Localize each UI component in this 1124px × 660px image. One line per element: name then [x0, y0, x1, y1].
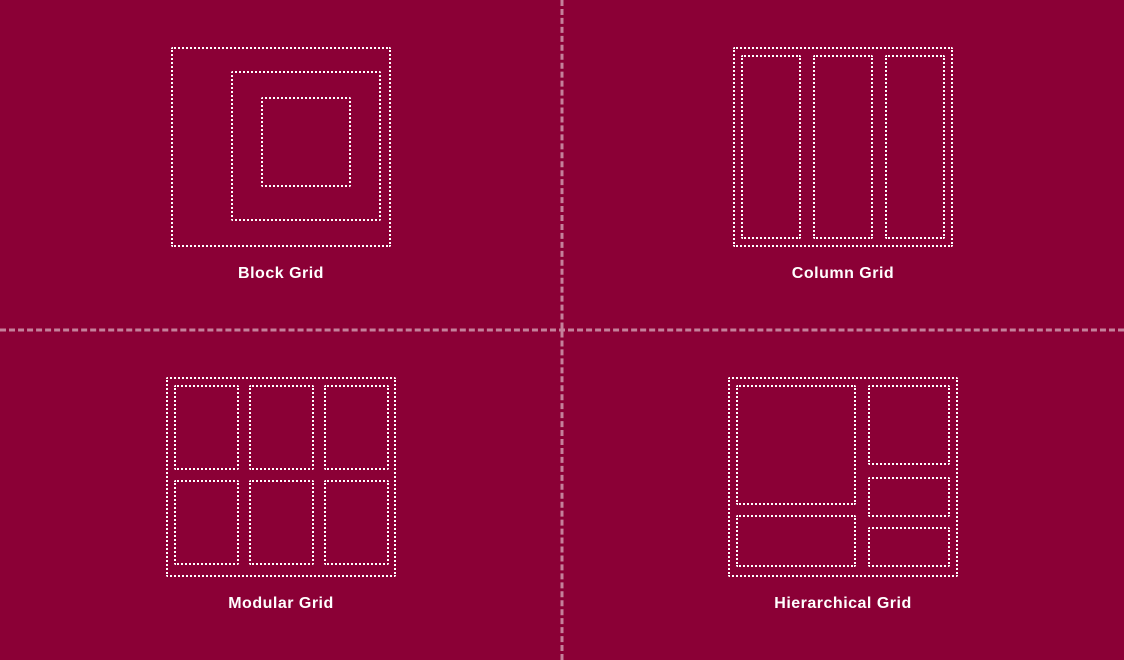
hier-bottom-wide-rect — [736, 515, 856, 567]
mod-cell-r2c1 — [174, 480, 239, 565]
column-grid-label: Column Grid — [792, 265, 894, 283]
column-1-rect — [741, 55, 801, 239]
mod-cell-r1c1 — [174, 385, 239, 470]
column-3-rect — [885, 55, 945, 239]
hier-small-top-rect — [868, 385, 950, 465]
modular-grid-diagram — [166, 377, 396, 577]
mod-cell-r1c3 — [324, 385, 389, 470]
block-grid-label: Block Grid — [238, 265, 324, 283]
modular-grid-label: Modular Grid — [228, 595, 334, 613]
mod-cell-r1c2 — [249, 385, 314, 470]
hier-large-rect — [736, 385, 856, 505]
column-grid-quadrant: Column Grid — [562, 0, 1124, 330]
mod-cell-r2c2 — [249, 480, 314, 565]
column-grid-diagram — [733, 47, 953, 247]
block-grid-quadrant: Block Grid — [0, 0, 562, 330]
mod-cell-r2c3 — [324, 480, 389, 565]
horizontal-divider — [0, 329, 1124, 332]
column-2-rect — [813, 55, 873, 239]
hier-small-bot-rect — [868, 527, 950, 567]
hierarchical-grid-quadrant: Hierarchical Grid — [562, 330, 1124, 660]
hierarchical-grid-diagram — [728, 377, 958, 577]
hier-small-mid-rect — [868, 477, 950, 517]
block-inner-rect — [261, 97, 351, 187]
hierarchical-grid-label: Hierarchical Grid — [774, 595, 911, 613]
modular-grid-quadrant: Modular Grid — [0, 330, 562, 660]
block-grid-diagram — [171, 47, 391, 247]
main-container: Block Grid Column Grid Modular Grid — [0, 0, 1124, 660]
